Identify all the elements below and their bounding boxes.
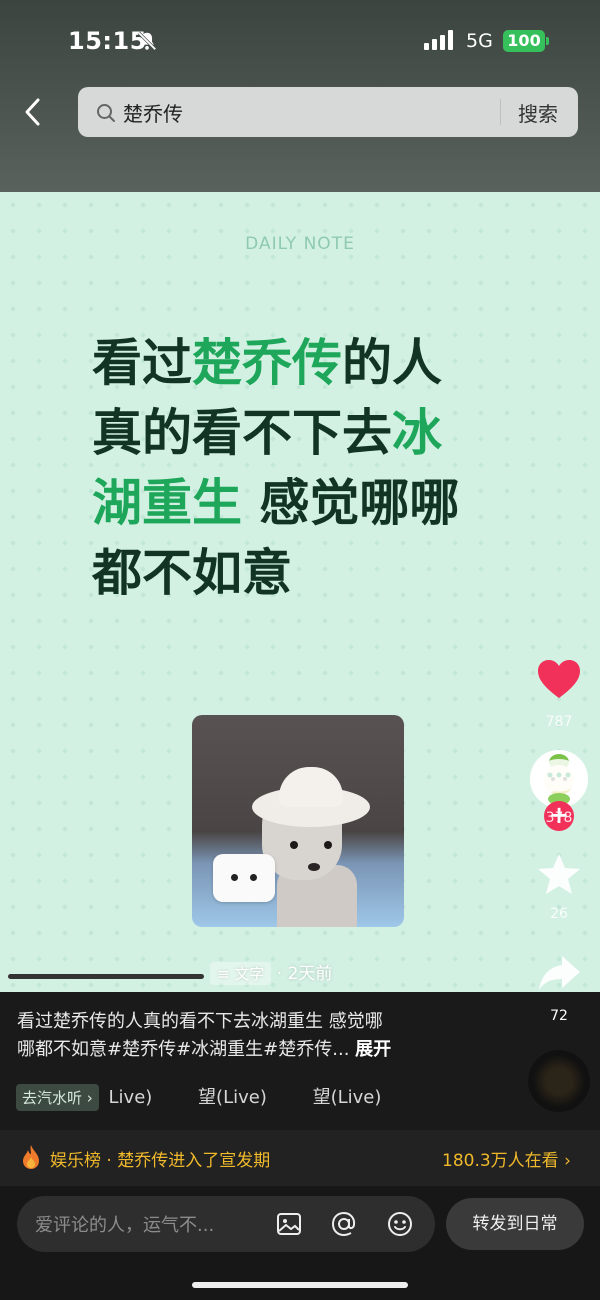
badge-dot (250, 874, 257, 881)
text-tag[interactable]: ≡ 文字 (210, 962, 272, 985)
song-title[interactable]: 望(Live) (198, 1087, 267, 1108)
song-title[interactable]: Live) (109, 1087, 153, 1108)
headline-text: 看过 (92, 334, 192, 392)
comment-count: 378 (545, 810, 573, 826)
back-arrow-icon[interactable] (20, 96, 46, 128)
post-meta: ≡ 文字 · 2天前 (210, 959, 332, 985)
badge-dot (231, 874, 238, 881)
share-count: 72 (550, 1008, 568, 1024)
share-arrow-icon[interactable] (536, 950, 582, 996)
fire-icon (23, 1145, 39, 1169)
home-indicator[interactable] (192, 1282, 408, 1288)
headline-text: 感觉哪哪 (242, 474, 460, 532)
comment-icon[interactable] (536, 755, 582, 801)
song-title[interactable]: 望(Live) (313, 1087, 382, 1108)
repost-button[interactable]: 转发到日常 (446, 1198, 584, 1250)
heart-icon[interactable] (536, 657, 582, 703)
headline-line: 都不如意 (92, 538, 532, 608)
search-icon (97, 104, 115, 122)
search-input[interactable]: 楚乔传 (123, 98, 183, 127)
listen-button-label: 去汽水听 (22, 1089, 83, 1107)
post-headline: 看过楚乔传的人 真的看不下去冰 湖重生 感觉哪哪 都不如意 (92, 328, 532, 608)
daily-note-label: DAILY NOTE (245, 234, 355, 254)
comment-input[interactable]: 爱评论的人，运气不... (17, 1196, 435, 1252)
headline-highlight: 冰 (392, 404, 442, 462)
headline-highlight: 楚乔传 (192, 334, 342, 392)
network-type: 5G (466, 30, 493, 52)
watching-label: 180.3万人在看 (442, 1151, 559, 1171)
headline-line: 湖重生 感觉哪哪 (92, 468, 532, 538)
emoji-icon[interactable] (386, 1210, 414, 1238)
post-time: · 2天前 (276, 964, 333, 984)
like-count: 787 (545, 714, 573, 730)
bell-muted-icon (137, 31, 157, 51)
search-bar[interactable]: 楚乔传 搜索 (78, 87, 578, 137)
watching-count: 180.3万人在看 › (442, 1151, 571, 1171)
comment-placeholder: 爱评论的人，运气不... (35, 1215, 215, 1236)
headline-text: 的人 (342, 334, 442, 392)
star-icon[interactable] (536, 851, 582, 897)
progress-indicator (8, 974, 204, 979)
headline-text: 都不如意 (92, 544, 292, 602)
hat-top (279, 767, 343, 807)
text-tag-label: 文字 (234, 965, 265, 983)
battery-indicator: 100 (503, 30, 549, 52)
music-disc[interactable] (528, 1050, 590, 1112)
headline-text: 真的看不下去 (92, 404, 392, 462)
hot-list-bar[interactable]: 娱乐榜 · 楚乔传进入了宣发期 180.3万人在看 › (0, 1130, 600, 1186)
signal-icon (424, 30, 453, 50)
dog-nose (308, 863, 320, 871)
image-icon[interactable] (275, 1210, 303, 1238)
hot-list-text: 娱乐榜 · 楚乔传进入了宣发期 (50, 1151, 271, 1171)
favorite-count: 26 (550, 906, 568, 922)
music-row: 去汽水听 › Live) 望(Live) 望(Live) (16, 1083, 421, 1111)
status-bar: 15:15 5G 100 (0, 0, 600, 80)
dog-eye (324, 841, 332, 849)
caption-line-1: 看过楚乔传的人真的看不下去冰湖重生 感觉哪 (17, 1011, 383, 1032)
top-overlay: 15:15 5G 100 楚乔传 搜索 (0, 0, 600, 192)
live-photo-badge[interactable] (213, 854, 275, 902)
headline-line: 真的看不下去冰 (92, 398, 532, 468)
search-divider (500, 99, 501, 125)
mention-icon[interactable] (330, 1210, 358, 1238)
post-caption[interactable]: 看过楚乔传的人真的看不下去冰湖重生 感觉哪 哪都不如意#楚乔传#冰湖重生#楚乔传… (17, 1008, 467, 1064)
expand-link[interactable]: 展开 (355, 1039, 391, 1060)
caption-line-2: 哪都不如意#楚乔传#冰湖重生#楚乔传... (17, 1039, 356, 1060)
search-button[interactable]: 搜索 (518, 98, 558, 127)
dog-eye (290, 841, 298, 849)
headline-highlight: 湖重生 (92, 474, 242, 532)
headline-line: 看过楚乔传的人 (92, 328, 532, 398)
post-content[interactable]: DAILY NOTE 看过楚乔传的人 真的看不下去冰 湖重生 感觉哪哪 都不如意 ≡ … (0, 192, 600, 992)
listen-button[interactable]: 去汽水听 › (16, 1084, 99, 1111)
